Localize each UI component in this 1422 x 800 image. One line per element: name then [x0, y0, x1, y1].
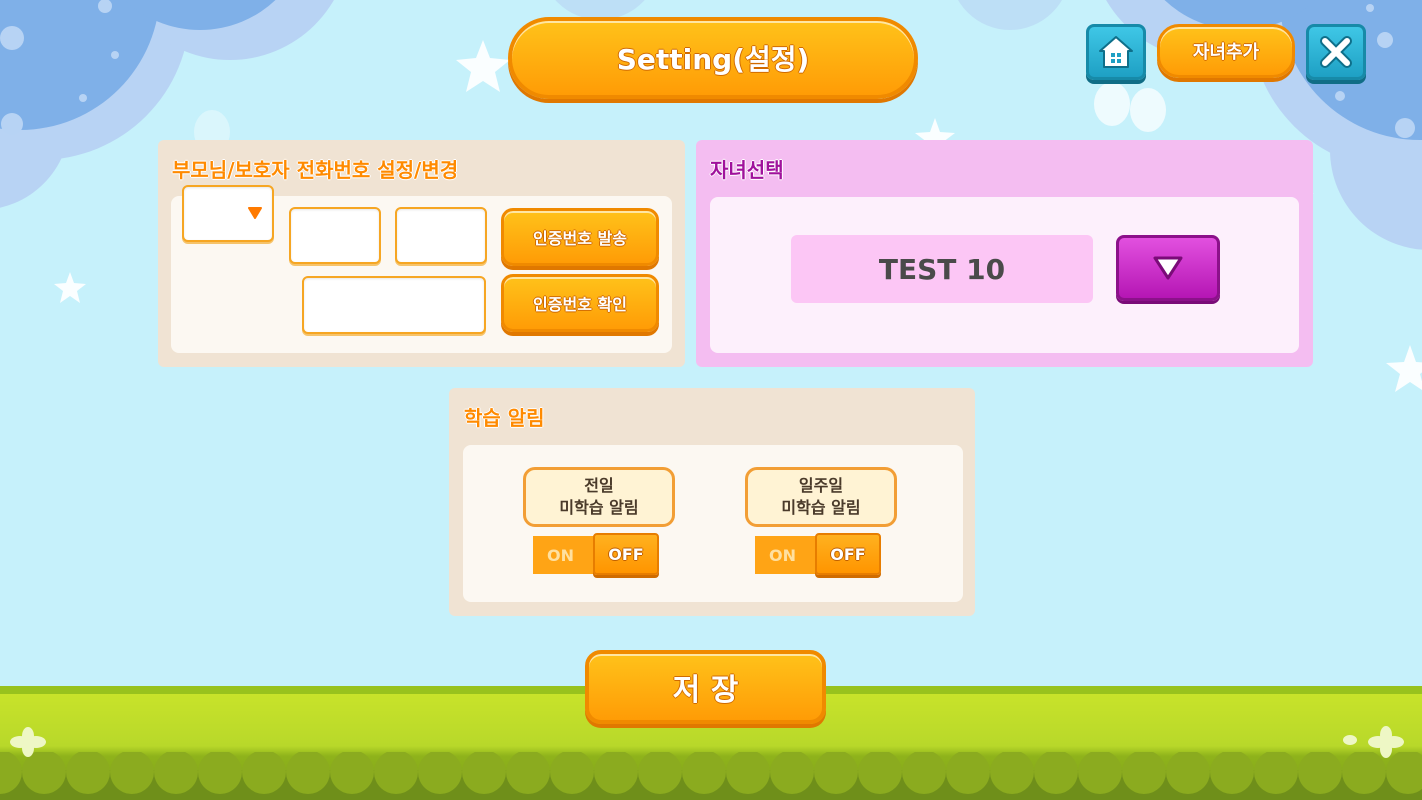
chevron-down-icon [1153, 256, 1183, 280]
home-button[interactable] [1086, 24, 1146, 80]
page-title-text: Setting(설정) [616, 43, 810, 76]
child-dropdown-button[interactable] [1116, 235, 1220, 301]
dropdown-arrow-icon [248, 207, 262, 219]
send-code-label: 인증번호 발송 [533, 229, 627, 248]
phone-prefix-select[interactable] [182, 185, 274, 242]
week-toggle[interactable]: ON OFF [755, 533, 881, 575]
save-button[interactable]: 저 장 [585, 650, 826, 724]
phone-settings-panel: 부모님/보호자 전화번호 설정/변경 인증번호 발송 인증번호 확인 [158, 140, 685, 367]
selected-child-name: TEST 10 [878, 252, 1006, 286]
child-panel-title: 자녀선택 [710, 158, 784, 182]
prev-day-line1: 전일 [584, 476, 614, 495]
learning-notify-panel: 학습 알림 전일 미학습 알림 ON OFF 일주일 미학습 알림 ON OFF [449, 388, 975, 616]
selected-child-display: TEST 10 [791, 235, 1093, 303]
phone-middle-input[interactable] [289, 207, 381, 264]
close-button[interactable] [1306, 24, 1366, 80]
close-icon [1320, 36, 1352, 68]
notify-panel-title: 학습 알림 [464, 406, 545, 430]
save-label: 저 장 [672, 673, 739, 708]
add-child-button[interactable]: 자녀추가 [1157, 24, 1295, 78]
prev-day-off-option[interactable]: OFF [593, 533, 659, 575]
phone-last-input[interactable] [395, 207, 487, 264]
week-notify-label: 일주일 미학습 알림 [745, 467, 897, 527]
add-child-label: 자녀추가 [1192, 42, 1260, 63]
confirm-code-label: 인증번호 확인 [533, 295, 627, 314]
child-select-panel: 자녀선택 TEST 10 [696, 140, 1313, 367]
week-line2: 미학습 알림 [781, 498, 861, 517]
verification-code-input[interactable] [302, 276, 486, 334]
send-code-button[interactable]: 인증번호 발송 [501, 208, 659, 266]
prev-day-notify-label: 전일 미학습 알림 [523, 467, 675, 527]
home-icon [1099, 36, 1133, 68]
phone-panel-title: 부모님/보호자 전화번호 설정/변경 [172, 158, 459, 182]
week-off-option[interactable]: OFF [815, 533, 881, 575]
prev-day-toggle[interactable]: ON OFF [533, 533, 659, 575]
page-title: Setting(설정) [508, 17, 918, 99]
week-line1: 일주일 [798, 476, 844, 495]
prev-day-line2: 미학습 알림 [559, 498, 639, 517]
confirm-code-button[interactable]: 인증번호 확인 [501, 274, 659, 332]
